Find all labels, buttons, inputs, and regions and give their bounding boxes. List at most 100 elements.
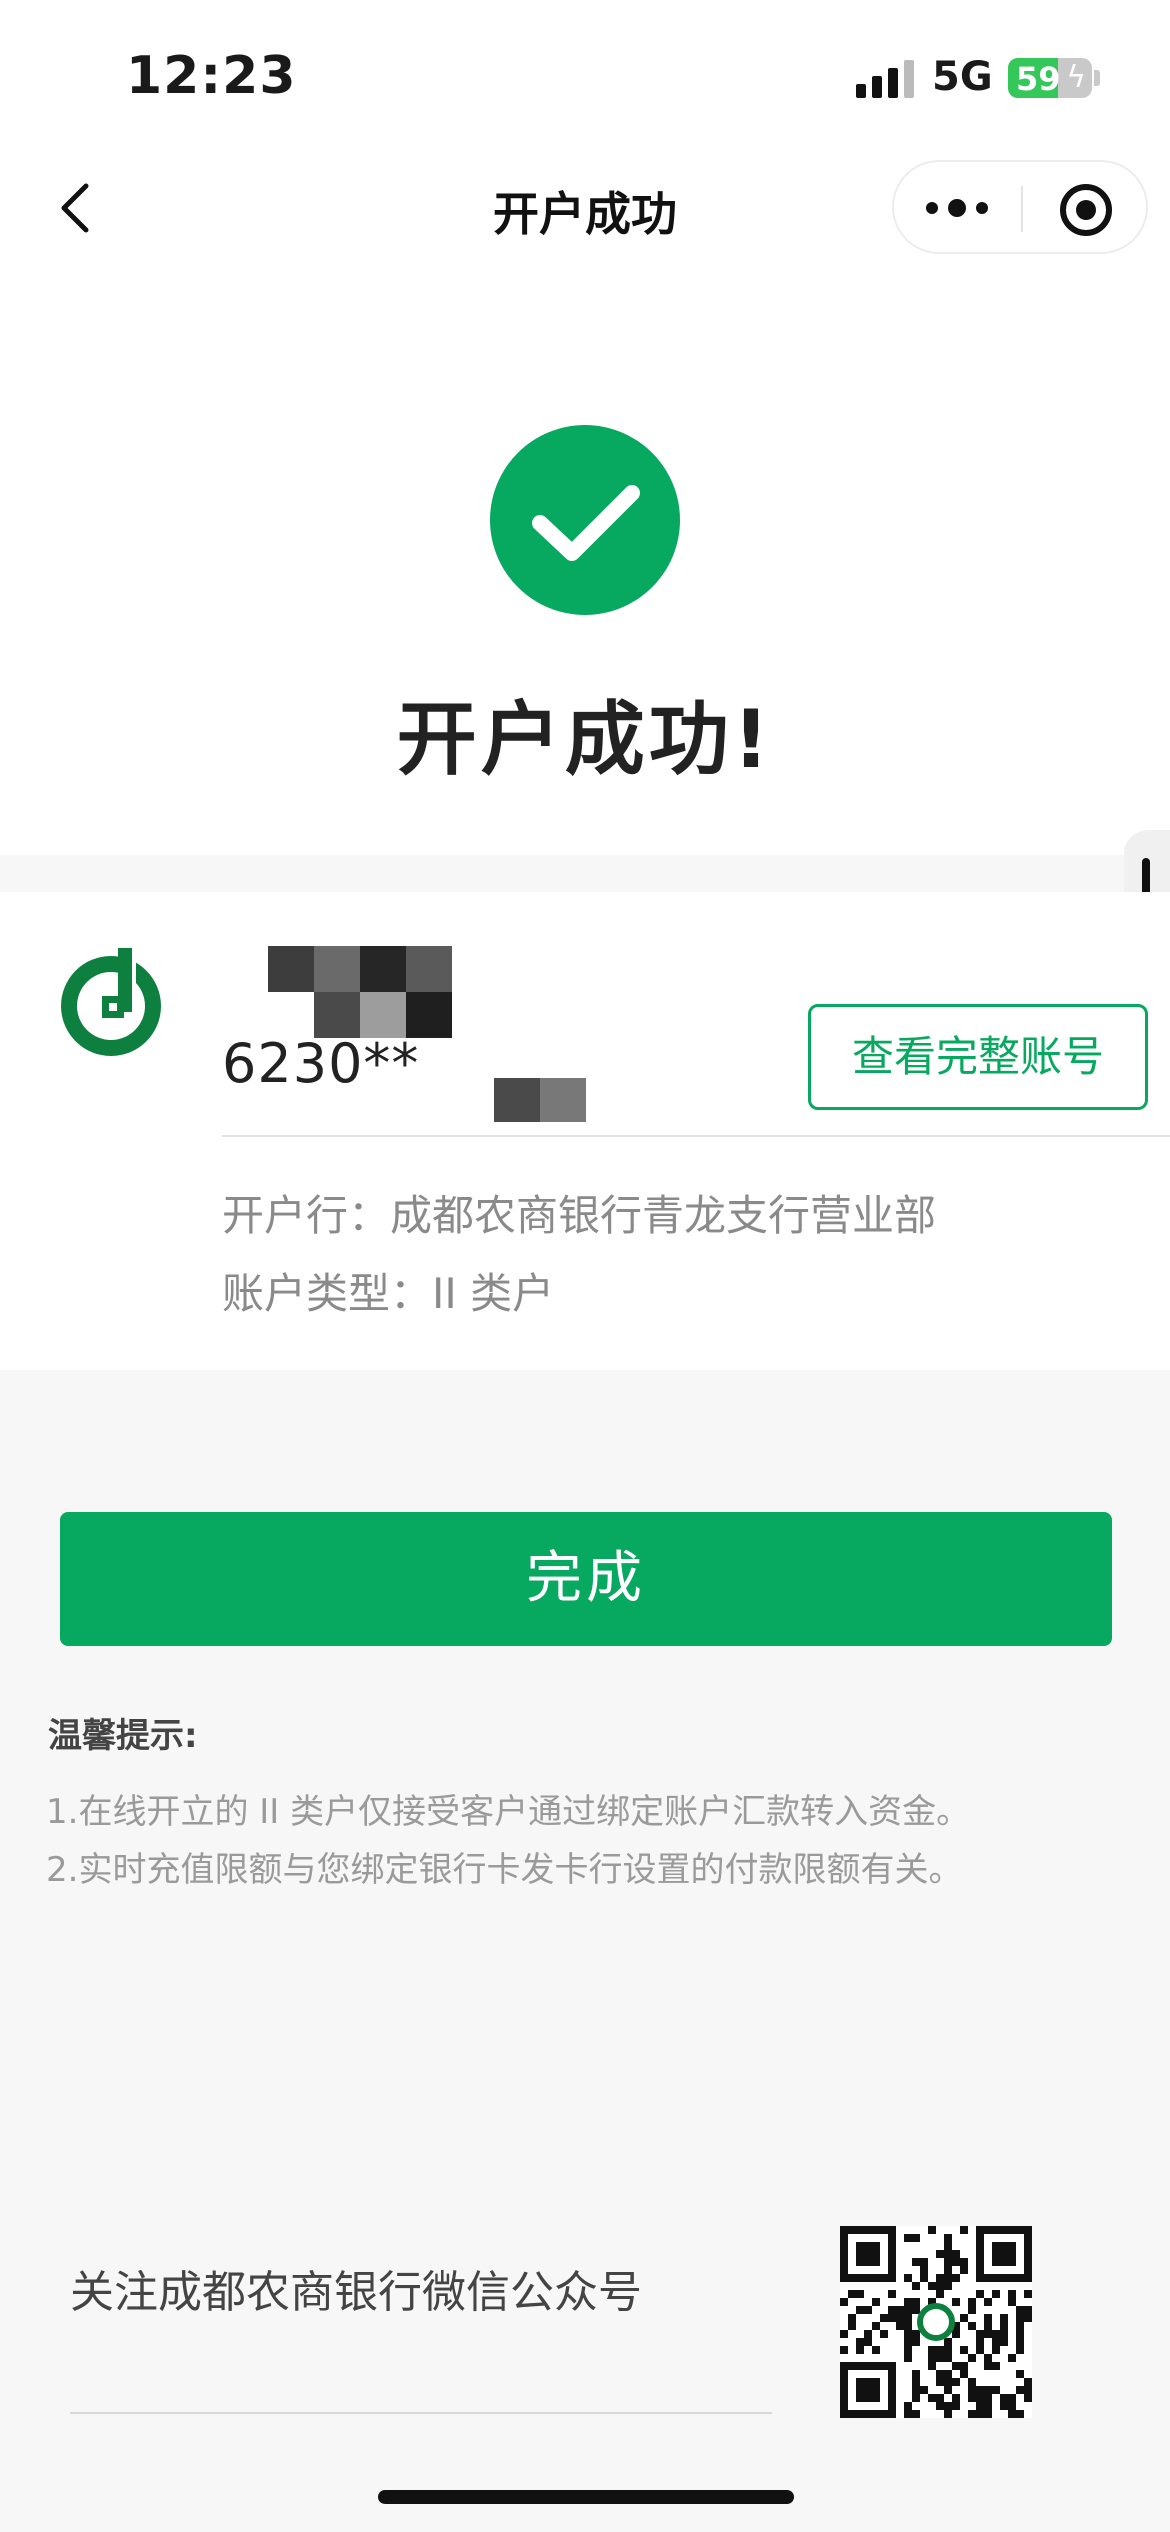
done-button[interactable]: 完成 xyxy=(60,1512,1112,1646)
qr-module xyxy=(912,2258,920,2266)
qr-module xyxy=(1016,2330,1024,2338)
qr-module xyxy=(912,2370,920,2378)
status-bar: 12:23 5G 59 ϟ xyxy=(0,0,1170,150)
qr-module xyxy=(888,2290,896,2298)
qr-module xyxy=(840,2330,848,2338)
charging-bolt-icon: ϟ xyxy=(1066,60,1086,95)
battery-level: 59 xyxy=(1016,60,1061,98)
qr-module xyxy=(872,2346,880,2354)
qr-module xyxy=(960,2314,968,2322)
qr-module xyxy=(912,2386,920,2394)
qr-module xyxy=(1008,2402,1016,2410)
qr-module xyxy=(904,2274,912,2282)
qr-module xyxy=(904,2322,912,2330)
qr-module xyxy=(912,2282,920,2290)
qr-module xyxy=(984,2354,992,2362)
qr-finder xyxy=(856,2242,880,2266)
account-card: 6230** 查看完整账号 开户行：成都农商银行青龙支行营业部 账户类型：II … xyxy=(0,892,1170,1370)
privacy-mosaic xyxy=(268,946,314,992)
branch-label: 开户行： xyxy=(222,1191,391,1240)
qr-module xyxy=(920,2274,928,2282)
qr-module xyxy=(864,2330,872,2338)
qr-module xyxy=(1008,2290,1016,2298)
qr-module xyxy=(1024,2394,1032,2402)
qr-module xyxy=(984,2362,992,2370)
qr-module xyxy=(912,2330,920,2338)
qr-module xyxy=(952,2362,960,2370)
qr-module xyxy=(904,2354,912,2362)
view-full-account-button[interactable]: 查看完整账号 xyxy=(808,1004,1148,1110)
qr-module xyxy=(944,2410,952,2418)
status-time: 12:23 xyxy=(126,46,297,106)
qr-module xyxy=(936,2354,944,2362)
account-type-label: 账户类型： xyxy=(222,1269,433,1318)
battery-cap xyxy=(1094,70,1100,86)
qr-module xyxy=(968,2386,976,2394)
signal-icon xyxy=(856,60,914,98)
qr-module xyxy=(960,2346,968,2354)
qr-module xyxy=(1000,2338,1008,2346)
qr-module xyxy=(944,2346,952,2354)
qr-module xyxy=(944,2402,952,2410)
qr-module xyxy=(936,2346,944,2354)
qr-module xyxy=(992,2338,1000,2346)
network-type: 5G xyxy=(932,54,993,100)
qr-module xyxy=(920,2386,928,2394)
qr-module xyxy=(912,2338,920,2346)
qr-module xyxy=(936,2394,944,2402)
qr-module xyxy=(992,2330,1000,2338)
qr-module xyxy=(896,2314,904,2322)
qr-module xyxy=(952,2258,960,2266)
more-dots-icon[interactable] xyxy=(924,186,992,230)
qr-module xyxy=(1024,2386,1032,2394)
qr-module xyxy=(976,2346,984,2354)
card-divider xyxy=(222,1135,1170,1137)
qr-module xyxy=(968,2306,976,2314)
qr-module xyxy=(952,2402,960,2410)
qr-module xyxy=(976,2402,984,2410)
qr-module xyxy=(928,2354,936,2362)
qr-module xyxy=(992,2362,1000,2370)
success-title: 开户成功! xyxy=(396,693,774,786)
qr-module xyxy=(904,2298,912,2306)
qr-module xyxy=(880,2330,888,2338)
qr-module xyxy=(944,2234,952,2242)
target-close-icon[interactable] xyxy=(1060,184,1112,236)
qr-module xyxy=(960,2362,968,2370)
account-number: 6230** xyxy=(222,1032,420,1095)
qr-module xyxy=(976,2394,984,2402)
qr-module xyxy=(920,2258,928,2266)
qr-module xyxy=(928,2282,936,2290)
qr-module xyxy=(856,2346,864,2354)
qr-module xyxy=(944,2370,952,2378)
qr-module xyxy=(1024,2314,1032,2322)
qr-module xyxy=(896,2322,904,2330)
qr-module xyxy=(912,2410,920,2418)
qr-module xyxy=(904,2402,912,2410)
qr-module xyxy=(984,2330,992,2338)
qr-module xyxy=(840,2346,848,2354)
nav-bar: 开户成功 xyxy=(0,150,1170,265)
tip-item: 1.在线开立的 II 类户仅接受客户通过绑定账户汇款转入资金。 xyxy=(46,1792,971,1832)
qr-module xyxy=(1024,2378,1032,2386)
qr-module xyxy=(976,2386,984,2394)
qr-module xyxy=(888,2314,896,2322)
qr-module xyxy=(912,2394,920,2402)
qr-module xyxy=(1008,2394,1016,2402)
qr-module xyxy=(976,2410,984,2418)
qr-module xyxy=(848,2314,856,2322)
bank-logo-icon xyxy=(52,944,170,1062)
qr-module xyxy=(856,2338,864,2346)
qr-module xyxy=(928,2362,936,2370)
home-indicator[interactable] xyxy=(378,2490,794,2504)
privacy-mosaic xyxy=(494,1078,540,1122)
follow-official-account-label: 关注成都农商银行微信公众号 xyxy=(70,2267,642,2318)
qr-module xyxy=(992,2290,1000,2298)
qr-module xyxy=(952,2250,960,2258)
qr-module xyxy=(936,2402,944,2410)
qr-module xyxy=(984,2410,992,2418)
qr-module xyxy=(968,2394,976,2402)
qr-module xyxy=(1016,2410,1024,2418)
qr-module xyxy=(1024,2290,1032,2298)
qr-code-icon[interactable] xyxy=(840,2226,1032,2418)
